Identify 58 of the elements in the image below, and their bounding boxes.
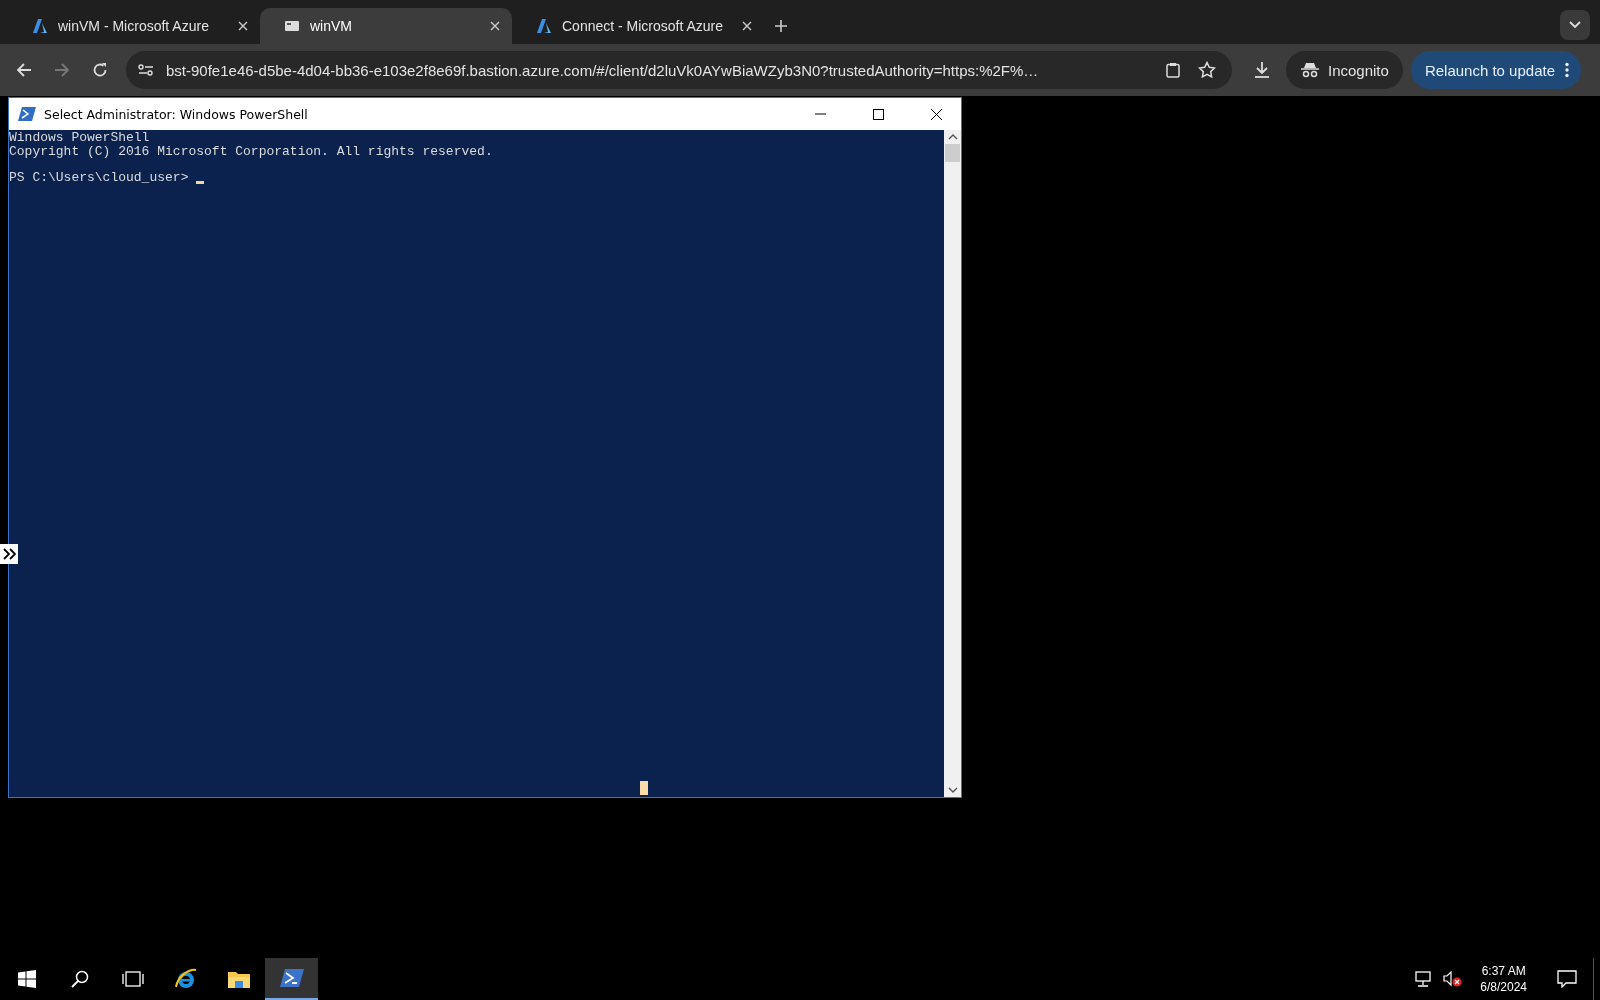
tab-title: Connect - Microsoft Azure [562,18,725,34]
chevron-down-icon [1569,21,1581,29]
tab-search-button[interactable] [1560,10,1590,40]
address-bar[interactable]: bst-90fe1e46-d5be-4d04-bb36-e103e2f8e69f.bastion.azure.com/#/client/d2luVk0AYwBiaWZyb3N0?trustedAuthority=https:%2F%… [126,51,1232,89]
scrollbar[interactable] [944,130,961,797]
console-line: Windows PowerShell [9,131,151,145]
more-icon [1565,62,1569,78]
browser-tab[interactable]: winVM - Microsoft Azure [8,8,260,44]
clock-date: 6/8/2024 [1480,979,1527,995]
bookmark-star-icon[interactable] [1198,61,1216,79]
scroll-down-icon[interactable] [947,787,958,793]
close-icon[interactable] [490,21,500,31]
tab-title: winVM [310,18,353,34]
tab-title: winVM - Microsoft Azure [58,18,210,34]
url-text: bst-90fe1e46-d5be-4d04-bb36-e103e2f8e69f.bastion.azure.com/#/client/d2luVk0AYwBiaWZyb3N0?trustedAuthority=https:%2F%… [166,61,1040,79]
side-panel-handle[interactable] [0,544,18,564]
forward-icon[interactable] [54,62,70,78]
clipboard-icon[interactable] [1166,62,1180,78]
reload-icon[interactable] [92,62,108,78]
clock[interactable]: 6:37 AM 6/8/2024 [1480,963,1527,995]
page-icon [284,18,300,34]
powershell-icon [18,106,36,122]
relaunch-button[interactable]: Relaunch to update [1410,51,1581,89]
browser-tab[interactable]: Connect - Microsoft Azure [512,8,764,44]
browser-e-icon [173,967,198,991]
back-icon[interactable] [16,62,32,78]
task-view-icon [121,971,144,987]
site-settings-icon[interactable] [138,63,154,77]
scroll-up-icon[interactable] [947,134,958,140]
new-tab-icon[interactable] [774,19,788,33]
minimize-icon [814,113,826,115]
double-chevron-icon [2,548,16,560]
text-cursor [196,180,205,184]
powershell-icon [279,968,304,988]
folder-icon [226,969,251,989]
maximize-icon [872,108,884,120]
close-icon[interactable] [742,21,752,31]
scroll-thumb[interactable] [945,144,960,162]
azure-logo-icon [32,18,48,34]
console-line: Copyright (C) 2016 Microsoft Corporation. All rights reserved. [9,144,494,158]
close-icon [930,108,942,120]
search-icon [70,970,89,988]
browser-tab[interactable]: winVM [260,8,512,44]
window-title: Select Administrator: Windows PowerShell [44,106,308,122]
profile-label: Incognito [1328,61,1389,79]
close-icon[interactable] [238,21,248,31]
incognito-icon [1300,62,1320,78]
notifications-icon[interactable] [1557,970,1577,988]
azure-logo-icon [536,18,552,34]
network-icon[interactable] [1415,971,1434,987]
speaker-muted-icon[interactable] [1443,971,1464,987]
console-prompt: PS C:\Users\cloud_user> [9,171,190,185]
incognito-chip[interactable]: Incognito [1286,51,1403,89]
download-icon[interactable] [1254,61,1270,79]
console-area[interactable]: Windows PowerShell Copyright (C) 2016 Microsoft Corporation. All rights reserved. PS C:\Users\cloud_user> [9,130,944,797]
caret-block [640,781,648,795]
clock-time: 6:37 AM [1480,963,1527,979]
windows-logo-icon [17,970,36,988]
